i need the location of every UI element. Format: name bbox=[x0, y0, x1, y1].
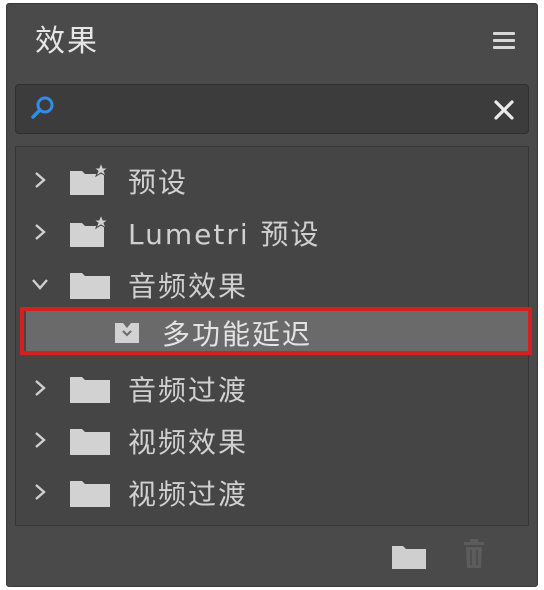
panel-menu-icon[interactable] bbox=[493, 32, 515, 50]
folder-icon bbox=[70, 273, 110, 299]
chevron-right-icon[interactable] bbox=[30, 429, 50, 451]
tree-item-label: 视频效果 bbox=[128, 426, 249, 459]
chevron-down-icon[interactable] bbox=[30, 273, 50, 295]
effects-panel: 效果 预设 Lumetri 预设 音频效果 多功能延迟 音频过渡 视频效果 视频… bbox=[6, 3, 538, 587]
effects-tree: 预设 Lumetri 预设 音频效果 多功能延迟 音频过渡 视频效果 视频过渡 bbox=[15, 146, 532, 526]
tree-item-presets[interactable]: 预设 bbox=[16, 153, 528, 205]
search-input[interactable] bbox=[68, 93, 472, 127]
tree-item-multitap-delay[interactable]: 多功能延迟 bbox=[16, 307, 532, 359]
tree-item-label: 音频效果 bbox=[128, 270, 249, 303]
tree-item-video-effects[interactable]: 视频效果 bbox=[16, 413, 528, 465]
tree-item-lumetri-presets[interactable]: Lumetri 预设 bbox=[16, 205, 528, 257]
chevron-right-icon[interactable] bbox=[30, 221, 50, 243]
folder-icon bbox=[70, 377, 110, 403]
new-bin-folder-icon[interactable] bbox=[391, 542, 427, 570]
search-box bbox=[15, 84, 529, 134]
chevron-right-icon[interactable] bbox=[30, 481, 50, 503]
preset-folder-icon bbox=[70, 215, 110, 247]
tree-item-audio-effects[interactable]: 音频效果 bbox=[16, 257, 528, 309]
tree-item-video-transitions[interactable]: 视频过渡 bbox=[16, 465, 528, 517]
tree-item-audio-transitions[interactable]: 音频过渡 bbox=[16, 361, 528, 413]
tree-item-label: 预设 bbox=[128, 166, 189, 199]
trash-icon[interactable] bbox=[461, 538, 487, 570]
chevron-right-icon[interactable] bbox=[30, 377, 50, 399]
tree-item-label: Lumetri 预设 bbox=[128, 218, 321, 251]
tree-item-label: 视频过渡 bbox=[128, 478, 249, 511]
panel-title: 效果 bbox=[35, 24, 99, 59]
clear-search-icon[interactable] bbox=[490, 96, 518, 124]
tree-item-label: 音频过渡 bbox=[128, 374, 249, 407]
folder-icon bbox=[70, 429, 110, 455]
tree-item-label: 多功能延迟 bbox=[162, 318, 313, 351]
folder-icon bbox=[70, 481, 110, 507]
search-icon bbox=[31, 96, 54, 119]
chevron-right-icon[interactable] bbox=[30, 169, 50, 191]
audio-effect-icon bbox=[115, 323, 139, 343]
preset-folder-icon bbox=[70, 163, 110, 195]
